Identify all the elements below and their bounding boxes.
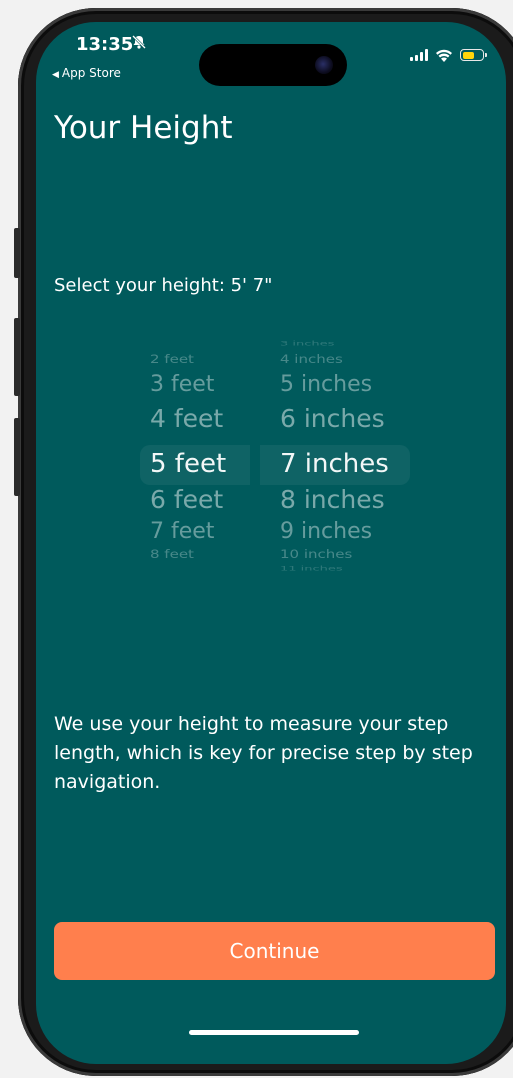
picker-feet-option[interactable]: 6 feet	[150, 485, 223, 514]
height-picker[interactable]: 2 feet 3 feet 4 feet 5 feet 6 feet 7 fee…	[136, 340, 416, 574]
back-app-label: App Store	[61, 66, 121, 80]
picker-feet-option[interactable]: 3 feet	[150, 372, 214, 397]
selected-height-label: Select your height: 5' 7"	[54, 275, 273, 296]
picker-inches-option[interactable]: 11 inches	[280, 565, 343, 573]
height-explanation-text: We use your height to measure your step …	[54, 713, 473, 793]
picker-inches-option[interactable]: 4 inches	[280, 352, 343, 366]
picker-inches-option[interactable]: 10 inches	[280, 547, 352, 561]
status-time: 13:35	[76, 34, 134, 55]
picker-inches-option[interactable]: 8 inches	[280, 485, 385, 514]
front-camera	[315, 56, 333, 74]
back-triangle-icon: ◀	[52, 70, 59, 80]
home-indicator[interactable]	[189, 1030, 359, 1035]
app-screen: 13:35 ◀ App Store Your Height Select you…	[36, 22, 506, 1064]
battery-level	[462, 51, 474, 59]
dynamic-island	[199, 44, 347, 86]
back-to-app-store-link[interactable]: ◀ App Store	[52, 66, 121, 80]
picker-inches-option[interactable]: 6 inches	[280, 404, 385, 433]
status-indicators	[410, 48, 487, 62]
picker-feet-option[interactable]: 4 feet	[150, 404, 223, 433]
page-title: Your Height	[54, 110, 233, 146]
picker-inches-selected[interactable]: 7 inches	[280, 449, 389, 479]
volume-up-button	[14, 318, 20, 396]
picker-feet-option[interactable]: 7 feet	[150, 519, 214, 544]
picker-inches-option[interactable]: 9 inches	[280, 519, 372, 544]
wifi-icon	[435, 48, 453, 62]
continue-button[interactable]: Continue	[54, 922, 495, 980]
volume-down-button	[14, 418, 20, 496]
battery-icon	[460, 49, 487, 61]
picker-inches-option[interactable]: 5 inches	[280, 372, 372, 397]
silent-bell-icon	[131, 34, 147, 54]
picker-inches-option[interactable]: 3 inches	[280, 340, 334, 348]
picker-feet-option[interactable]: 8 feet	[150, 547, 194, 561]
picker-feet-option[interactable]: 2 feet	[150, 352, 194, 366]
action-button	[14, 228, 20, 278]
cellular-signal-icon	[410, 49, 428, 61]
picker-feet-selected[interactable]: 5 feet	[150, 449, 226, 479]
